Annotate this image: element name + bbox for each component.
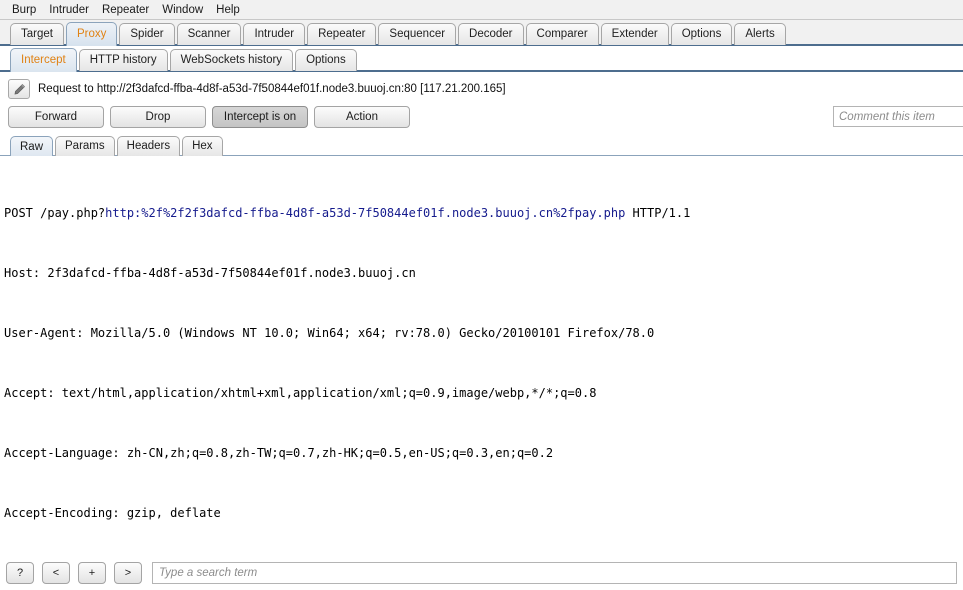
request-info-bar: Request to http://2f3dafcd-ffba-4d8f-a53… bbox=[0, 76, 963, 102]
main-tab-strip: Target Proxy Spider Scanner Intruder Rep… bbox=[0, 20, 963, 46]
tab-options[interactable]: Options bbox=[670, 23, 733, 45]
tab-decoder[interactable]: Decoder bbox=[458, 23, 524, 45]
header-name: Host: bbox=[4, 266, 48, 280]
drop-button[interactable]: Drop bbox=[110, 106, 206, 128]
header-name: User-Agent: bbox=[4, 326, 91, 340]
tab-target[interactable]: Target bbox=[10, 23, 64, 45]
help-button[interactable]: ? bbox=[6, 561, 34, 584]
tab-intruder[interactable]: Intruder bbox=[243, 23, 306, 45]
menu-item-help[interactable]: Help bbox=[210, 1, 247, 19]
menu-item-burp[interactable]: Burp bbox=[6, 1, 43, 19]
search-input[interactable] bbox=[152, 561, 957, 584]
forward-button[interactable]: Forward bbox=[8, 106, 104, 128]
tab-proxy-options[interactable]: Options bbox=[295, 49, 357, 71]
request-line-suffix: HTTP/1.1 bbox=[625, 206, 691, 220]
header-accept-encoding: Accept-Encoding: gzip, deflate bbox=[2, 506, 963, 521]
action-button[interactable]: Action bbox=[314, 106, 410, 128]
tab-websockets-history[interactable]: WebSockets history bbox=[169, 49, 294, 71]
header-accept-language: Accept-Language: zh-CN,zh;q=0.8,zh-TW;q=… bbox=[2, 446, 963, 461]
tab-raw[interactable]: Raw bbox=[10, 136, 54, 157]
raw-request-editor[interactable]: POST /pay.php?http:%2f%2f2f3dafcd-ffba-4… bbox=[0, 156, 963, 554]
intercept-action-bar: Forward Drop Intercept is on Action bbox=[0, 102, 963, 132]
tab-intercept[interactable]: Intercept bbox=[10, 48, 77, 72]
tab-hex[interactable]: Hex bbox=[182, 136, 223, 156]
tab-comparer[interactable]: Comparer bbox=[525, 23, 599, 45]
intercept-toggle-button[interactable]: Intercept is on bbox=[212, 106, 308, 128]
pencil-icon[interactable] bbox=[8, 79, 30, 99]
menu-item-window[interactable]: Window bbox=[156, 1, 210, 19]
tab-spider[interactable]: Spider bbox=[119, 23, 175, 45]
tab-repeater[interactable]: Repeater bbox=[307, 23, 377, 45]
header-user-agent: User-Agent: Mozilla/5.0 (Windows NT 10.0… bbox=[2, 326, 963, 341]
header-value: 2f3dafcd-ffba-4d8f-a53d-7f50844ef01f.nod… bbox=[47, 266, 416, 280]
tab-headers[interactable]: Headers bbox=[116, 136, 181, 156]
request-line: POST /pay.php?http:%2f%2f2f3dafcd-ffba-4… bbox=[2, 206, 963, 221]
search-bar: ? < + > bbox=[0, 554, 963, 590]
menu-item-intruder[interactable]: Intruder bbox=[43, 1, 96, 19]
proxy-tab-strip: Intercept HTTP history WebSockets histor… bbox=[0, 46, 963, 72]
burp-suite-window: Burp Intruder Repeater Window Help Targe… bbox=[0, 0, 963, 590]
menu-item-repeater[interactable]: Repeater bbox=[96, 1, 156, 19]
tab-sequencer[interactable]: Sequencer bbox=[378, 23, 457, 45]
header-accept: Accept: text/html,application/xhtml+xml,… bbox=[2, 386, 963, 401]
tab-extender[interactable]: Extender bbox=[600, 23, 669, 45]
request-line-query: http:%2f%2f2f3dafcd-ffba-4d8f-a53d-7f508… bbox=[105, 206, 626, 220]
tab-scanner[interactable]: Scanner bbox=[176, 23, 242, 45]
search-add-button[interactable]: + bbox=[78, 561, 106, 584]
header-value: zh-CN,zh;q=0.8,zh-TW;q=0.7,zh-HK;q=0.5,e… bbox=[126, 446, 554, 460]
raw-request-text: POST /pay.php?http:%2f%2f2f3dafcd-ffba-4… bbox=[2, 161, 963, 554]
search-next-button[interactable]: > bbox=[114, 561, 142, 584]
header-name: Accept-Language: bbox=[4, 446, 127, 460]
comment-input[interactable] bbox=[833, 106, 963, 127]
header-value: text/html,application/xhtml+xml,applicat… bbox=[61, 386, 597, 400]
header-name: Accept-Encoding: bbox=[4, 506, 127, 520]
tab-proxy[interactable]: Proxy bbox=[65, 22, 118, 46]
tab-http-history[interactable]: HTTP history bbox=[78, 49, 168, 71]
request-target-text: Request to http://2f3dafcd-ffba-4d8f-a53… bbox=[38, 83, 506, 95]
tab-alerts[interactable]: Alerts bbox=[734, 23, 786, 45]
request-line-prefix: POST /pay.php? bbox=[4, 206, 106, 220]
tab-params[interactable]: Params bbox=[55, 136, 115, 156]
header-host: Host: 2f3dafcd-ffba-4d8f-a53d-7f50844ef0… bbox=[2, 266, 963, 281]
message-view-tab-strip: Raw Params Headers Hex bbox=[0, 132, 963, 157]
header-value: Mozilla/5.0 (Windows NT 10.0; Win64; x64… bbox=[90, 326, 655, 340]
search-prev-button[interactable]: < bbox=[42, 561, 70, 584]
menu-bar: Burp Intruder Repeater Window Help bbox=[0, 0, 963, 20]
header-name: Accept: bbox=[4, 386, 62, 400]
header-value: gzip, deflate bbox=[126, 506, 221, 520]
